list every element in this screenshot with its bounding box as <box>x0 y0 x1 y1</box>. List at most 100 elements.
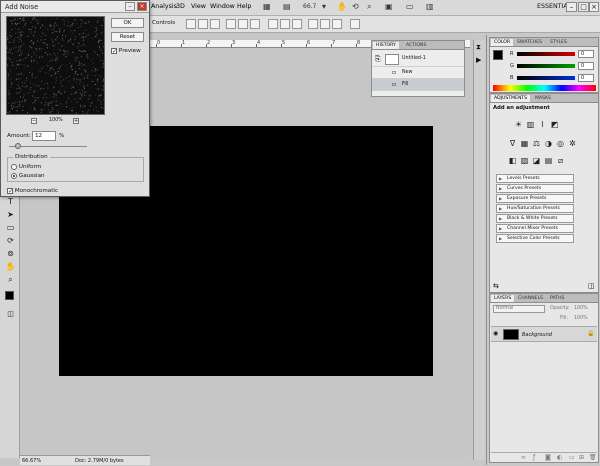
menu-3d[interactable]: 3D <box>176 3 185 10</box>
zoom-tool-icon[interactable]: ⌕ <box>5 274 16 285</box>
foreground-color-swatch[interactable] <box>5 291 14 300</box>
threshold-icon[interactable]: ◪ <box>532 156 541 165</box>
preview-option[interactable]: ✓ Preview <box>111 47 141 54</box>
hue-saturation-icon[interactable]: ▦ <box>520 139 529 148</box>
zoom-percent[interactable]: 66.67% <box>22 458 41 464</box>
distribute-bottom-icon[interactable] <box>292 19 302 29</box>
new-layer-icon[interactable]: ⊞ <box>579 454 584 461</box>
amount-slider-thumb[interactable] <box>15 143 22 149</box>
mini-bridge-icon[interactable]: ▤ <box>283 3 291 11</box>
curves-icon[interactable]: ⌇ <box>538 120 547 129</box>
arrange-documents-icon[interactable]: ▣ <box>385 3 393 11</box>
history-snapshot[interactable]: ⎘ Untitled-1 <box>372 52 464 67</box>
distribute-top-icon[interactable] <box>268 19 278 29</box>
blue-slider[interactable] <box>517 76 575 80</box>
levels-icon[interactable]: ▥ <box>526 120 535 129</box>
3d-rotate-tool-icon[interactable]: ⟳ <box>5 235 16 246</box>
ok-button[interactable]: OK <box>111 18 144 28</box>
uniform-radio[interactable] <box>11 163 17 170</box>
return-to-list-icon[interactable]: ⇆ <box>493 282 499 290</box>
actions-panel-icon[interactable]: ▶ <box>476 56 481 64</box>
path-selection-tool-icon[interactable]: ➤ <box>5 209 16 220</box>
hue-saturation-presets[interactable]: Hue/Saturation Presets <box>496 204 574 213</box>
tab-channels[interactable]: CHANNELS <box>515 295 546 302</box>
align-left-icon[interactable] <box>226 19 236 29</box>
tab-adjustments[interactable]: ADJUSTMENTS <box>491 95 531 102</box>
align-bottom-icon[interactable] <box>210 19 220 29</box>
layer-style-icon[interactable]: ƒ <box>533 454 535 461</box>
maximize-button[interactable]: □ <box>578 2 589 12</box>
exposure-icon[interactable]: ◩ <box>550 120 559 129</box>
monochromatic-checkbox[interactable]: ✓ <box>7 187 13 194</box>
layer-name[interactable]: Background <box>522 332 552 338</box>
dialog-close-button[interactable]: × <box>137 2 147 11</box>
preview-checkbox[interactable]: ✓ <box>111 47 117 54</box>
menu-window[interactable]: Window <box>210 3 235 10</box>
group-icon[interactable]: ▭ <box>569 454 575 461</box>
green-slider[interactable] <box>517 64 575 68</box>
filter-preview[interactable] <box>6 16 105 115</box>
hand-tool-icon[interactable]: ✋ <box>5 261 16 272</box>
photo-filter-icon[interactable]: ◎ <box>556 139 565 148</box>
red-slider[interactable] <box>517 52 575 56</box>
adjustment-layer-icon[interactable]: ◐ <box>557 454 562 461</box>
screen-mode-icon[interactable]: ▭ <box>406 3 414 11</box>
selective-color-icon[interactable]: ⧄ <box>556 156 565 165</box>
history-step[interactable]: ▫ Fill <box>372 79 464 91</box>
vibrance-icon[interactable]: ∇ <box>508 139 517 148</box>
dialog-title-bar[interactable]: Add Noise – × <box>1 1 149 13</box>
document-info[interactable]: Doc: 2.79M/0 bytes <box>75 458 124 464</box>
gaussian-option[interactable]: Gaussian <box>11 172 45 179</box>
link-layers-icon[interactable]: ∞ <box>521 454 526 461</box>
quick-mask-icon[interactable]: ◫ <box>5 309 16 320</box>
color-balance-icon[interactable]: ⚖ <box>532 139 541 148</box>
visibility-eye-icon[interactable]: ◉ <box>493 330 498 337</box>
brightness-contrast-icon[interactable]: ☀ <box>514 120 523 129</box>
menu-help[interactable]: Help <box>237 3 251 10</box>
curves-presets[interactable]: Curves Presets <box>496 184 574 193</box>
shape-tool-icon[interactable]: ▭ <box>5 222 16 233</box>
gaussian-radio[interactable] <box>11 172 17 179</box>
zoom-in-button[interactable]: + <box>73 118 79 124</box>
black-white-icon[interactable]: ◑ <box>544 139 553 148</box>
distribute-middle-icon[interactable] <box>280 19 290 29</box>
monochromatic-option[interactable]: ✓ Monochromatic <box>7 187 58 194</box>
zoom-level-display[interactable]: 66.7 <box>303 3 316 11</box>
tab-history[interactable]: HISTORY <box>373 42 399 49</box>
dropdown-icon[interactable]: ▾ <box>322 3 326 11</box>
color-spectrum-bar[interactable] <box>493 85 596 91</box>
black-white-presets[interactable]: Black & White Presets <box>496 214 574 223</box>
bridge-icon[interactable]: ▦ <box>263 3 271 11</box>
tab-layers[interactable]: LAYERS <box>491 295 515 302</box>
dialog-minimize-button[interactable]: – <box>125 2 135 11</box>
posterize-icon[interactable]: ▨ <box>520 156 529 165</box>
gradient-map-icon[interactable]: ▤ <box>544 156 553 165</box>
zoom-tool-icon[interactable]: ⌕ <box>367 3 371 11</box>
tab-color[interactable]: COLOR <box>491 39 514 46</box>
menu-view[interactable]: View <box>191 3 206 10</box>
foreground-color-swatch[interactable] <box>493 50 503 60</box>
blue-value-field[interactable]: 0 <box>578 74 594 82</box>
show-transform-controls-label[interactable]: Controls <box>152 20 175 26</box>
brush-source-icon[interactable]: ⎘ <box>375 55 381 64</box>
distribute-center-icon[interactable] <box>320 19 330 29</box>
exposure-presets[interactable]: Exposure Presets <box>496 194 574 203</box>
auto-align-icon[interactable] <box>350 19 360 29</box>
type-tool-icon[interactable]: T <box>5 196 16 207</box>
history-panel-icon[interactable]: ⧗ <box>476 43 481 52</box>
tab-styles[interactable]: STYLES <box>547 39 570 46</box>
amount-input[interactable]: 12 <box>32 131 56 141</box>
uniform-option[interactable]: Uniform <box>11 163 41 170</box>
panel-options-icon[interactable]: ◫ <box>588 282 595 290</box>
distribute-right-icon[interactable] <box>332 19 342 29</box>
channel-mixer-icon[interactable]: ✲ <box>568 139 577 148</box>
channel-mixer-presets[interactable]: Channel Mixer Presets <box>496 224 574 233</box>
menu-analysis[interactable]: Analysis <box>151 3 177 10</box>
opacity-value[interactable]: 100% <box>574 306 588 311</box>
rotate-view-icon[interactable]: ⟲ <box>352 3 359 11</box>
tab-masks[interactable]: MASKS <box>532 95 554 102</box>
layer-row[interactable]: ◉ Background 🔒 <box>491 326 597 342</box>
minimize-button[interactable]: – <box>566 2 577 12</box>
3d-orbit-tool-icon[interactable]: ⊚ <box>5 248 16 259</box>
blend-mode-select[interactable]: Normal <box>493 305 545 313</box>
